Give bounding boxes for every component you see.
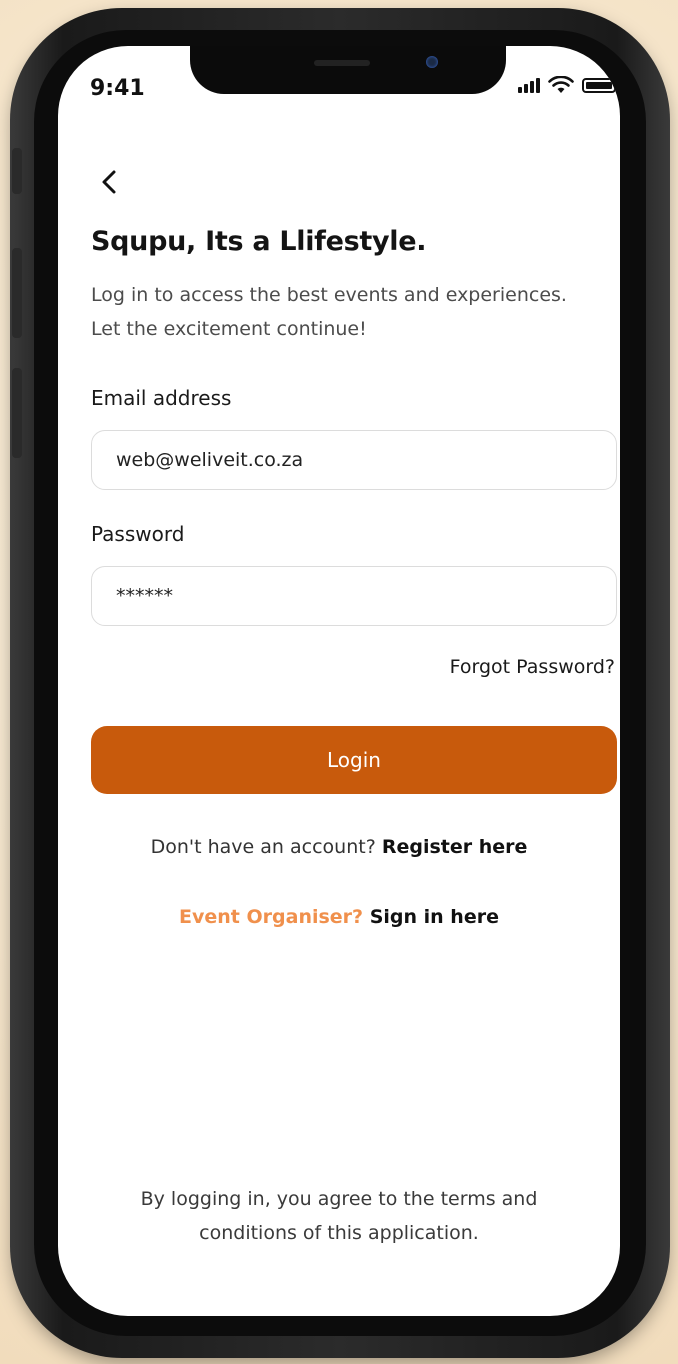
page-subtitle: Log in to access the best events and exp…: [91, 284, 567, 340]
battery-icon: [582, 77, 619, 93]
back-chevron-icon[interactable]: [94, 166, 126, 198]
silent-switch: [12, 148, 22, 194]
organiser-row: Event Organiser? Sign in here: [58, 906, 620, 928]
status-time: 9:41: [90, 76, 145, 101]
organiser-signin-link[interactable]: Sign in here: [370, 906, 499, 928]
cellular-signal-icon: [518, 77, 540, 93]
volume-up-button: [12, 248, 22, 338]
status-icons: [518, 76, 619, 94]
terms-text: By logging in, you agree to the terms an…: [140, 1188, 538, 1244]
register-prompt: Don't have an account?: [150, 836, 376, 858]
register-row: Don't have an account? Register here: [58, 836, 620, 858]
register-link[interactable]: Register here: [382, 836, 528, 858]
camera-icon: [426, 56, 438, 68]
password-label: Password: [91, 522, 185, 546]
email-field[interactable]: [91, 430, 617, 490]
speaker-grille: [314, 60, 370, 66]
wifi-icon: [548, 76, 574, 93]
notch: [190, 46, 506, 94]
email-label: Email address: [91, 386, 232, 410]
page-title: Squpu, Its a Llifestyle.: [91, 226, 427, 257]
organiser-prompt: Event Organiser?: [179, 906, 364, 928]
volume-down-button: [12, 368, 22, 458]
app-screen: 9:41 Squpu, Its a Llifestyle. Log in to …: [58, 46, 620, 1316]
login-button[interactable]: Login: [91, 726, 617, 794]
password-field[interactable]: [91, 566, 617, 626]
forgot-password-link[interactable]: Forgot Password?: [450, 656, 615, 678]
